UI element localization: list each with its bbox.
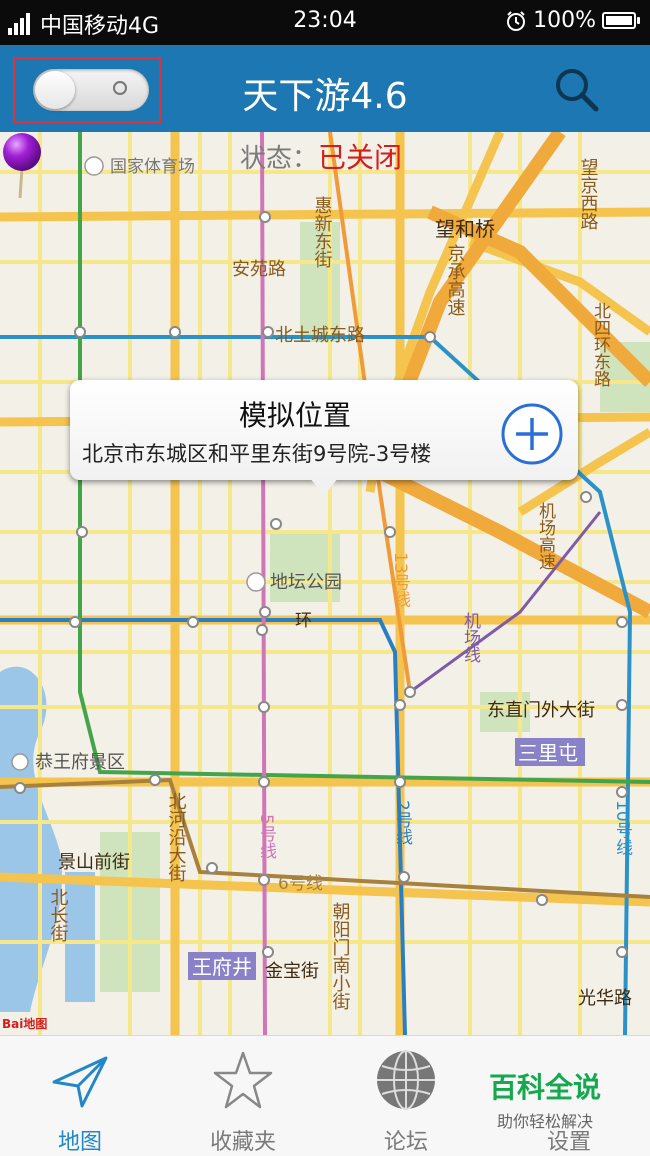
map-label-ditan-park: 地坛公园 bbox=[270, 572, 342, 593]
map-label-anyuan: 安苑路 bbox=[232, 259, 286, 280]
status-bar: 中国移动4G 23:04 100% bbox=[0, 0, 650, 45]
battery-area: 100% bbox=[505, 8, 640, 33]
add-favorite-icon[interactable] bbox=[500, 402, 564, 466]
map-label-gymnasium: 国家体育场 bbox=[110, 157, 195, 177]
bottom-navigation: 地图 收藏夹 论坛 设置 百科全说 助你轻松解决 bbox=[0, 1035, 650, 1156]
map-canvas[interactable]: 国家体育场 安苑路 北土城东路 望和桥 地坛公园 东直门外大街 三里屯 恭王府景… bbox=[0, 132, 650, 1035]
popup-address: 北京市东城区和平里东街9号院-3号楼 bbox=[82, 442, 432, 466]
map-label-beichang: 北长街 bbox=[48, 888, 69, 942]
status-label: 状态： bbox=[240, 144, 319, 174]
map-label-sanlitun: 三里屯 bbox=[518, 741, 578, 765]
baidu-logo: Bai地图 bbox=[2, 1016, 47, 1031]
battery-percent: 100% bbox=[533, 8, 596, 33]
map-label-jingshan: 景山前街 bbox=[58, 852, 130, 873]
map-label-line2: 2号线 bbox=[392, 800, 413, 845]
map-label-beiheyan: 北河沿大街 bbox=[166, 792, 187, 882]
map-label-jingcheng: 京承高速 bbox=[445, 244, 466, 316]
watermark-subtitle: 助你轻松解决 bbox=[496, 1112, 593, 1131]
watermark-title: 百科全说 bbox=[488, 1071, 601, 1104]
scenic-icon bbox=[11, 753, 29, 771]
status-value: 已关闭 bbox=[318, 141, 403, 174]
tab-forum[interactable]: 论坛 bbox=[341, 1036, 471, 1156]
service-status: 状态：已关闭 bbox=[240, 136, 402, 176]
map-label-airport-line: 机场线 bbox=[460, 612, 481, 663]
map-label-line10: 10号线 bbox=[612, 800, 633, 856]
map-view[interactable]: 国家体育场 安苑路 北土城东路 望和桥 地坛公园 东直门外大街 三里屯 恭王府景… bbox=[0, 132, 650, 1035]
moat-area bbox=[65, 872, 95, 1002]
map-label-dongzhimen: 东直门外大街 bbox=[487, 700, 595, 721]
lake-area bbox=[0, 666, 63, 1012]
globe-icon bbox=[377, 1050, 435, 1110]
map-label-line6: 6号线 bbox=[278, 874, 323, 894]
water-areas bbox=[0, 666, 95, 1012]
paper-plane-icon bbox=[52, 1056, 108, 1108]
tab-forum-label: 论坛 bbox=[383, 1130, 428, 1155]
map-label-line5: 5号线 bbox=[256, 814, 277, 859]
popup-title: 模拟位置 bbox=[238, 399, 351, 432]
tab-map[interactable]: 地图 bbox=[15, 1036, 145, 1156]
tab-favorites-label: 收藏夹 bbox=[209, 1130, 276, 1155]
location-pin-icon[interactable] bbox=[0, 132, 44, 202]
map-label-jinbao: 金宝街 bbox=[265, 961, 319, 982]
search-icon[interactable] bbox=[552, 65, 600, 113]
battery-icon bbox=[602, 12, 640, 29]
watermark-logo: 百科全说 助你轻松解决 bbox=[470, 1066, 620, 1132]
location-popup[interactable]: 模拟位置 北京市东城区和平里东街9号院-3号楼 bbox=[70, 380, 578, 496]
app-header: 天下游4.6 bbox=[0, 45, 650, 132]
map-label-gongwangfu: 恭王府景区 bbox=[35, 752, 125, 773]
tab-favorites[interactable]: 收藏夹 bbox=[178, 1036, 308, 1156]
map-label-guanghua: 光华路 bbox=[578, 988, 632, 1009]
map-label-airport-expwy: 机场高速 bbox=[535, 502, 556, 570]
park-landmark-icon bbox=[246, 572, 266, 592]
star-icon bbox=[213, 1051, 273, 1109]
map-label-line13: 13号线 bbox=[390, 552, 411, 608]
alarm-icon bbox=[507, 10, 526, 31]
map-label-north4th: 北四环东路 bbox=[590, 302, 611, 387]
tab-map-label: 地图 bbox=[57, 1130, 102, 1155]
map-label-huixin: 惠新东街 bbox=[312, 196, 333, 268]
map-label-beituchengdong: 北土城东路 bbox=[275, 325, 365, 346]
map-label-wanghe-bridge: 望和桥 bbox=[435, 217, 495, 241]
landmark-icon bbox=[84, 156, 104, 176]
popup-pointer bbox=[310, 478, 338, 496]
map-label-ring: 环 bbox=[295, 611, 312, 631]
map-label-wangjing: 望京西路 bbox=[578, 158, 599, 230]
map-label-chaoyangmen: 朝阳门南小街 bbox=[330, 902, 351, 1010]
map-label-wangfujing: 王府井 bbox=[192, 955, 252, 979]
